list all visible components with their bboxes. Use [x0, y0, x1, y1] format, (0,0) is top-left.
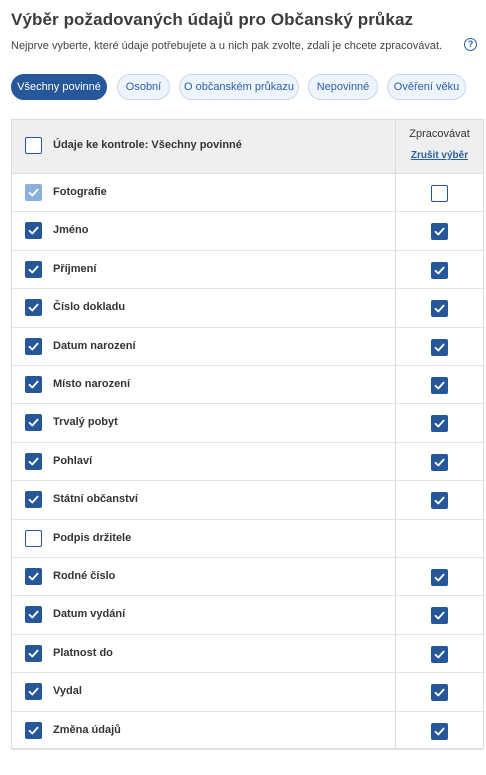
select-all-checkbox[interactable]: [25, 137, 42, 154]
row-label: Jméno: [53, 224, 89, 237]
row-process-checkbox[interactable]: [431, 415, 448, 433]
row-process-checkbox[interactable]: [431, 607, 448, 625]
row-process-checkbox[interactable]: [431, 492, 448, 510]
table-row: Změna údajů: [12, 712, 483, 750]
row-process-checkbox[interactable]: [431, 722, 448, 740]
row-label: Příjmení: [53, 262, 97, 275]
filter-pill-age-verification[interactable]: Ověření věku: [387, 74, 466, 100]
filter-pill-personal[interactable]: Osobní: [117, 74, 170, 100]
table-row: Trvalý pobyt: [12, 404, 483, 443]
row-label: Podpis držitele: [53, 531, 132, 544]
row-label: Trvalý pobyt: [53, 416, 118, 429]
row-process-checkbox[interactable]: [431, 684, 448, 702]
row-process-checkbox[interactable]: [431, 377, 448, 394]
row-select-checkbox[interactable]: [25, 414, 42, 432]
filter-pill-optional[interactable]: Nepovinné: [308, 74, 378, 100]
row-select-checkbox[interactable]: [25, 644, 42, 662]
row-select-checkbox[interactable]: [25, 529, 42, 547]
table-row: Číslo dokladu: [12, 289, 483, 328]
page-subtitle: Nejprve vyberte, které údaje potřebujete…: [11, 40, 443, 52]
filter-pill-all-required[interactable]: Všechny povinné: [11, 74, 107, 100]
data-selection-table: Údaje ke kontrole: Všechny povinné Zprac…: [11, 119, 484, 750]
row-select-checkbox[interactable]: [25, 568, 42, 585]
table-header: Údaje ke kontrole: Všechny povinné Zprac…: [12, 120, 483, 174]
filter-pill-about-id[interactable]: O občanském průkazu: [179, 74, 299, 100]
table-row: Místo narození: [12, 366, 483, 405]
row-process-checkbox[interactable]: [431, 453, 448, 471]
table-row: Fotografie: [12, 174, 483, 213]
table-row: Platnost do: [12, 635, 483, 674]
row-process-checkbox[interactable]: [431, 338, 448, 356]
table-row: Jméno: [12, 212, 483, 251]
row-label: Rodné číslo: [53, 570, 116, 582]
row-label: Pohlaví: [53, 454, 93, 467]
row-select-checkbox[interactable]: [25, 337, 42, 355]
row-label: Státní občanství: [53, 493, 138, 506]
row-label: Datum vydání: [53, 608, 126, 621]
row-select-checkbox[interactable]: [25, 260, 42, 278]
row-select-checkbox[interactable]: [25, 683, 42, 701]
clear-selection-link[interactable]: Zrušit výběr: [396, 150, 483, 161]
row-label: Datum narození: [53, 339, 136, 352]
row-select-checkbox[interactable]: [25, 491, 42, 509]
row-select-checkbox[interactable]: [25, 606, 42, 624]
row-label: Platnost do: [53, 646, 113, 659]
row-select-checkbox[interactable]: [25, 721, 42, 739]
page-title: Výběr požadovaných údajů pro Občanský pr…: [11, 10, 414, 29]
table-row: Pohlaví: [12, 443, 483, 482]
table-row: Podpis držitele: [12, 520, 483, 558]
row-select-checkbox[interactable]: [25, 452, 42, 470]
row-process-checkbox[interactable]: [431, 223, 448, 241]
row-select-checkbox[interactable]: [25, 299, 42, 317]
row-process-checkbox[interactable]: [431, 261, 448, 279]
table-row: Vydal: [12, 673, 483, 712]
row-label: Místo narození: [53, 378, 131, 390]
row-label: Změna údajů: [53, 723, 121, 736]
table-header-label: Údaje ke kontrole: Všechny povinné: [53, 139, 242, 151]
table-row: Příjmení: [12, 251, 483, 290]
row-select-checkbox: [25, 184, 42, 201]
row-process-checkbox[interactable]: [431, 569, 448, 586]
row-label: Vydal: [53, 685, 82, 698]
row-process-checkbox[interactable]: [431, 185, 448, 202]
table-row: Datum narození: [12, 328, 483, 366]
row-process-checkbox[interactable]: [431, 300, 448, 318]
row-select-checkbox[interactable]: [25, 222, 42, 240]
table-row: Datum vydání: [12, 596, 483, 635]
row-select-checkbox[interactable]: [25, 376, 42, 393]
table-row: Rodné číslo: [12, 558, 483, 597]
row-process-checkbox[interactable]: [431, 645, 448, 663]
process-column-header: Zpracovávat: [409, 128, 470, 140]
row-label: Fotografie: [53, 186, 107, 198]
help-icon[interactable]: ?: [464, 38, 477, 51]
table-row: Státní občanství: [12, 481, 483, 520]
row-label: Číslo dokladu: [53, 301, 126, 314]
